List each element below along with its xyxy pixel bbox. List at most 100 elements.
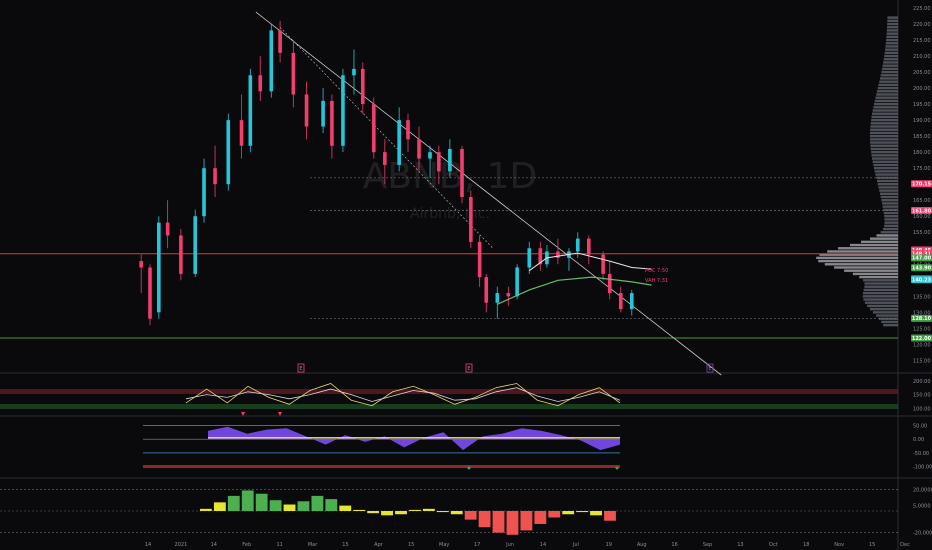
time-tick-label: 13 xyxy=(737,542,743,548)
price-tick-label: 185.00 xyxy=(913,134,931,140)
momentum-bar xyxy=(269,500,282,511)
price-tick-label: 225.00 xyxy=(913,6,931,12)
volume-profile-bar xyxy=(870,128,898,131)
wave-tick-label: 0.00 xyxy=(913,437,924,443)
volume-profile-bar xyxy=(880,231,898,234)
volume-profile-bar xyxy=(882,202,898,205)
momentum-bar xyxy=(548,511,561,518)
volume-profile-bar xyxy=(884,218,898,221)
volume-profile-bar xyxy=(869,307,898,311)
volume-profile-bar xyxy=(879,189,898,192)
candle xyxy=(372,97,376,159)
candle-body xyxy=(226,120,231,185)
price-tick-label: 210.00 xyxy=(913,54,931,60)
volume-profile-bar xyxy=(872,157,898,160)
price-tick-label: 125.00 xyxy=(913,326,931,332)
wave-tick-label: -50.00 xyxy=(913,451,929,457)
volume-profile-bar xyxy=(860,240,898,244)
price-tick-label: 195.00 xyxy=(913,102,931,108)
candle-body xyxy=(202,168,206,217)
momentum-bar xyxy=(227,495,240,511)
candle xyxy=(248,68,253,153)
candle-body xyxy=(148,267,152,319)
event-marker-label: E xyxy=(708,366,711,372)
candle-body xyxy=(417,139,421,159)
wave-signal-bar xyxy=(143,465,620,469)
volume-profile-bar xyxy=(870,131,898,135)
momentum-bar xyxy=(506,511,519,535)
volume-profile-bar xyxy=(870,125,898,128)
volume-profile-bar xyxy=(879,80,898,83)
time-tick-label: 17 xyxy=(474,542,480,548)
volume-profile-bar xyxy=(872,311,898,314)
volume-profile-bar xyxy=(824,263,898,266)
stochastic-axis: 200.00 150.00 100.00 xyxy=(913,379,931,413)
candle xyxy=(193,209,198,278)
volume-profile-bar xyxy=(885,48,898,51)
volume-profile-bar xyxy=(882,64,898,67)
price-level-label: 147.00 xyxy=(912,256,932,262)
volume-profile-bar xyxy=(870,122,898,125)
time-tick-label: 18 xyxy=(803,542,809,548)
momentum-tick-label: -20,0000 xyxy=(913,531,932,537)
time-tick-label: 14 xyxy=(145,542,151,548)
momentum-bar xyxy=(422,508,435,511)
time-tick-label: Dec xyxy=(900,542,910,548)
candle-body xyxy=(193,216,198,274)
volume-profile-bar xyxy=(881,320,898,324)
candle-body xyxy=(495,293,500,303)
momentum-bar xyxy=(367,511,380,514)
volume-profile-bar xyxy=(885,42,898,45)
volume-profile-bar xyxy=(873,106,898,109)
candle-body xyxy=(269,30,274,92)
price-tick-label: 200.00 xyxy=(913,86,931,92)
volume-profile-bar xyxy=(875,96,898,99)
volume-profile-bar xyxy=(872,160,898,163)
candle-body xyxy=(607,273,612,294)
candle-body xyxy=(179,235,183,274)
time-tick-label: 16 xyxy=(671,542,677,548)
volume-profile-bar xyxy=(873,102,898,106)
candle xyxy=(460,145,464,204)
price-tick-label: 220.00 xyxy=(913,22,931,28)
volume-profile-bar xyxy=(886,29,898,32)
volume-profile-bar xyxy=(876,234,898,237)
candle-body xyxy=(213,168,217,185)
time-tick-label: 2021 xyxy=(175,542,188,548)
chart-canvas: ABNB, 1D Airbnb, Inc. POC 7:50 VAH 7:31 … xyxy=(0,0,932,550)
candle-body xyxy=(291,52,296,95)
candle-body xyxy=(383,152,387,165)
candle-body xyxy=(469,197,473,242)
wave-tick-label: -100.00 xyxy=(913,465,932,471)
candle-body xyxy=(258,75,263,92)
volume-profile-bar xyxy=(872,109,898,112)
volume-profile-bar xyxy=(886,26,898,29)
momentum-bar xyxy=(283,504,296,511)
time-tick-label: 14 xyxy=(211,542,217,548)
volume-profile-bar xyxy=(882,67,898,71)
momentum-bar xyxy=(562,511,575,515)
oversold-band xyxy=(0,404,898,409)
volume-profile-bar xyxy=(852,272,898,276)
volume-profile-bar xyxy=(863,298,898,301)
stochastic-tick-label: 200.00 xyxy=(913,379,931,385)
candle-body xyxy=(629,293,634,310)
volume-profile-bar xyxy=(864,301,898,304)
volume-profile-bar xyxy=(870,141,898,144)
candle-body xyxy=(586,238,591,255)
price-level-label: 140.23 xyxy=(912,277,932,283)
stochastic-tick-label: 150.00 xyxy=(913,393,931,399)
momentum-bar xyxy=(492,511,505,533)
volume-profile-bar xyxy=(884,221,898,224)
candle-body xyxy=(515,267,519,297)
volume-profile-bar xyxy=(886,38,898,42)
volume-profile-bar xyxy=(879,77,898,80)
volume-profile-bar xyxy=(877,86,898,90)
wave-tick-label: 50.00 xyxy=(913,423,927,429)
candle-body xyxy=(484,277,489,303)
price-tick-label: 175.00 xyxy=(913,166,931,172)
candle xyxy=(202,158,206,223)
event-marker-label: E xyxy=(467,366,470,372)
volume-profile-bar xyxy=(883,227,898,231)
event-marker-label: E xyxy=(299,366,302,372)
